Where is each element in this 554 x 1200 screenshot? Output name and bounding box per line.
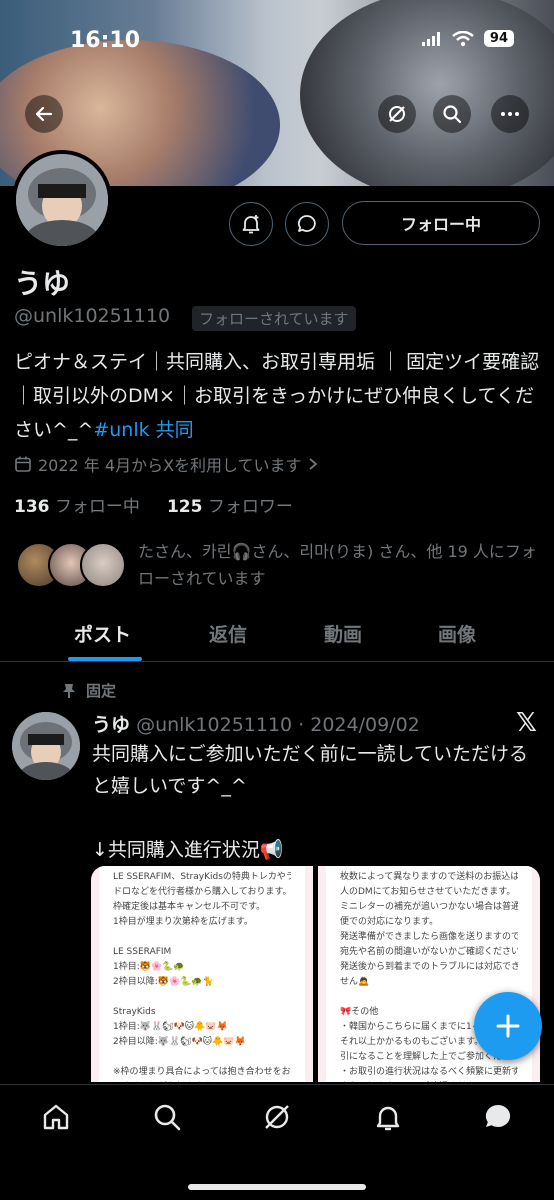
post-handle-date[interactable]: @unlk10251110 · 2024/09/02 <box>136 714 420 736</box>
following-button[interactable]: フォロー中 <box>342 201 540 245</box>
followers-count: 125 <box>166 497 203 517</box>
followers-link[interactable]: 125 フォロワー <box>167 497 293 517</box>
image-text-line: LE SSERAFIM <box>113 947 172 957</box>
image-text-line: 枚数によって異なりますので送料のお振込は個 <box>340 872 518 882</box>
joined-text: 2022 年 4月からXを利用しています <box>38 456 302 475</box>
image-text-line: 2枠目以降:🐯🌸🐍🐢🐈 <box>113 977 214 987</box>
back-button[interactable] <box>25 95 63 133</box>
post-header: うゆ @unlk10251110 · 2024/09/02 <box>92 710 420 737</box>
tab-images[interactable]: 画像 <box>438 620 476 647</box>
tab-replies[interactable]: 返信 <box>209 620 247 647</box>
more-icon <box>501 112 519 116</box>
nav-notifications[interactable] <box>370 1099 406 1135</box>
message-button[interactable] <box>285 202 329 246</box>
status-icons: 94 <box>421 30 514 47</box>
image-text-line: ※枠の埋まり具合によっては抱き合わせをお願 <box>113 1067 291 1077</box>
post-avatar[interactable] <box>12 712 80 780</box>
pinned-text: 固定 <box>86 682 117 700</box>
calendar-icon <box>15 456 31 472</box>
compose-button[interactable] <box>474 992 542 1060</box>
grok-icon <box>389 106 405 122</box>
more-button[interactable] <box>491 95 529 133</box>
tab-videos[interactable]: 動画 <box>324 620 362 647</box>
image-text-line <box>113 930 291 945</box>
avatar-image <box>16 154 108 246</box>
image-text-line: StrayKids <box>113 1007 156 1017</box>
banner-photo-right <box>300 0 554 186</box>
notifications-subscribe-button[interactable] <box>229 202 273 246</box>
user-handle: @unlk10251110 <box>14 305 171 327</box>
image-text-line: 2枠目以降:🐺🐰🐿🐶🐱🐥🐷🦊 <box>113 1037 246 1047</box>
nav-grok[interactable] <box>259 1099 295 1135</box>
image-text-line: いすることがあります🙇 <box>113 1080 291 1082</box>
post-image-1[interactable]: LE SSERAFIM、StrayKidsの特典トレカやライ ドロなどを代行者様か… <box>91 866 313 1082</box>
message-icon <box>298 215 316 232</box>
image-text-line: ドロなどを代行者様から購入しております。 <box>113 887 291 897</box>
image-text-line: 宛先や名前の間違いがないかご確認ください。 <box>340 947 518 957</box>
post-avatar-image <box>12 712 80 780</box>
messages-icon <box>485 1104 511 1127</box>
plus-icon <box>496 1014 520 1038</box>
nav-messages[interactable] <box>480 1099 516 1135</box>
display-name: うゆ <box>14 267 71 300</box>
follow-stats: 136 フォロー中 125 フォロワー <box>14 492 293 517</box>
bio-hashtag[interactable]: #unlk 共同 <box>93 419 193 441</box>
image-text-line <box>113 990 291 1005</box>
image-text-line: 1枠目:🐺🐰🐿🐶🐱🐥🐷🦊 <box>113 1022 228 1032</box>
nav-home[interactable] <box>38 1099 74 1135</box>
signal-icon <box>421 31 440 46</box>
search-icon <box>154 1104 181 1131</box>
profile-bio: ピオナ＆ステイ｜共同購入、お取引専用垢 ｜ 固定ツイ要確認｜取引以外のDM×｜お… <box>14 345 544 447</box>
image-text-line: 1枠目:🐯🌸🐍🐢 <box>113 962 185 972</box>
image-text-line: 1枠目が埋まり次第枠を広げます。 <box>113 917 253 927</box>
followers-label: フォロワー <box>207 497 293 517</box>
following-link[interactable]: 136 フォロー中 <box>14 497 140 517</box>
chevron-right-icon <box>308 458 317 470</box>
post-image-1-content: LE SSERAFIM、StrayKidsの特典トレカやライ ドロなどを代行者様か… <box>99 866 305 1082</box>
image-text-line: ・お取引の進行状況はなるべく頻繁に更新する <box>340 1067 518 1077</box>
bell-icon <box>376 1106 400 1131</box>
grok-icon <box>265 1105 289 1129</box>
image-text-line: せん🙇 <box>340 977 370 987</box>
followed-by-text[interactable]: たさん、카린🎧さん、리마(りま) さん、他 19 人にフォローされています <box>138 538 548 592</box>
image-text-line: LE SSERAFIM、StrayKidsの特典トレカやライ <box>113 872 291 882</box>
pinned-label: 固定 <box>62 680 116 701</box>
pin-icon <box>63 683 75 698</box>
image-text-line <box>113 1050 291 1065</box>
home-indicator <box>188 1184 366 1190</box>
joined-date[interactable]: 2022 年 4月からXを利用しています <box>14 452 318 476</box>
status-time: 16:10 <box>70 28 141 53</box>
wifi-icon <box>452 30 474 46</box>
image-text-line: 発送後から到着までのトラブルには対応できま <box>340 962 518 972</box>
image-text-line: 枠確定後は基本キャンセル不可です。 <box>113 902 266 912</box>
followers-you-know-avatars[interactable] <box>16 542 126 590</box>
following-count: 136 <box>14 497 50 517</box>
battery-indicator: 94 <box>483 30 514 47</box>
active-tab-indicator <box>68 657 142 661</box>
home-icon <box>43 1104 69 1130</box>
mini-avatar <box>80 542 126 588</box>
profile-avatar[interactable] <box>12 150 112 250</box>
image-text-line: ようにしますので、ご確認ください。 <box>340 1080 518 1082</box>
grok-button[interactable] <box>378 95 416 133</box>
image-text-line: 人のDMにてお知らせさせていただきます。 <box>340 887 516 897</box>
post-text: 共同購入にご参加いただく前に一読していただけると嬉しいです^_^ ↓共同購入進行… <box>92 743 529 861</box>
nav-search[interactable] <box>149 1099 185 1135</box>
image-text-line: ミニレターの補充が追いつかない場合は普通郵 <box>340 902 518 912</box>
search-icon <box>443 105 462 124</box>
bottom-navigation <box>0 1084 554 1200</box>
post-author[interactable]: うゆ <box>92 714 130 736</box>
arrow-left-icon <box>35 106 53 122</box>
search-button[interactable] <box>433 95 471 133</box>
tab-posts[interactable]: ポスト <box>74 620 131 647</box>
follows-you-badge: フォローされています <box>192 306 356 331</box>
image-text-line: 便での対応になります。 <box>340 917 439 927</box>
following-label: フォロー中 <box>54 497 140 517</box>
profile-tabs: ポスト 返信 動画 画像 <box>0 610 554 662</box>
x-logo-icon: 𝕏 <box>516 708 537 738</box>
image-text-line: 発送準備ができましたら画像を送りますので、 <box>340 932 518 942</box>
bell-plus-icon <box>242 215 260 234</box>
